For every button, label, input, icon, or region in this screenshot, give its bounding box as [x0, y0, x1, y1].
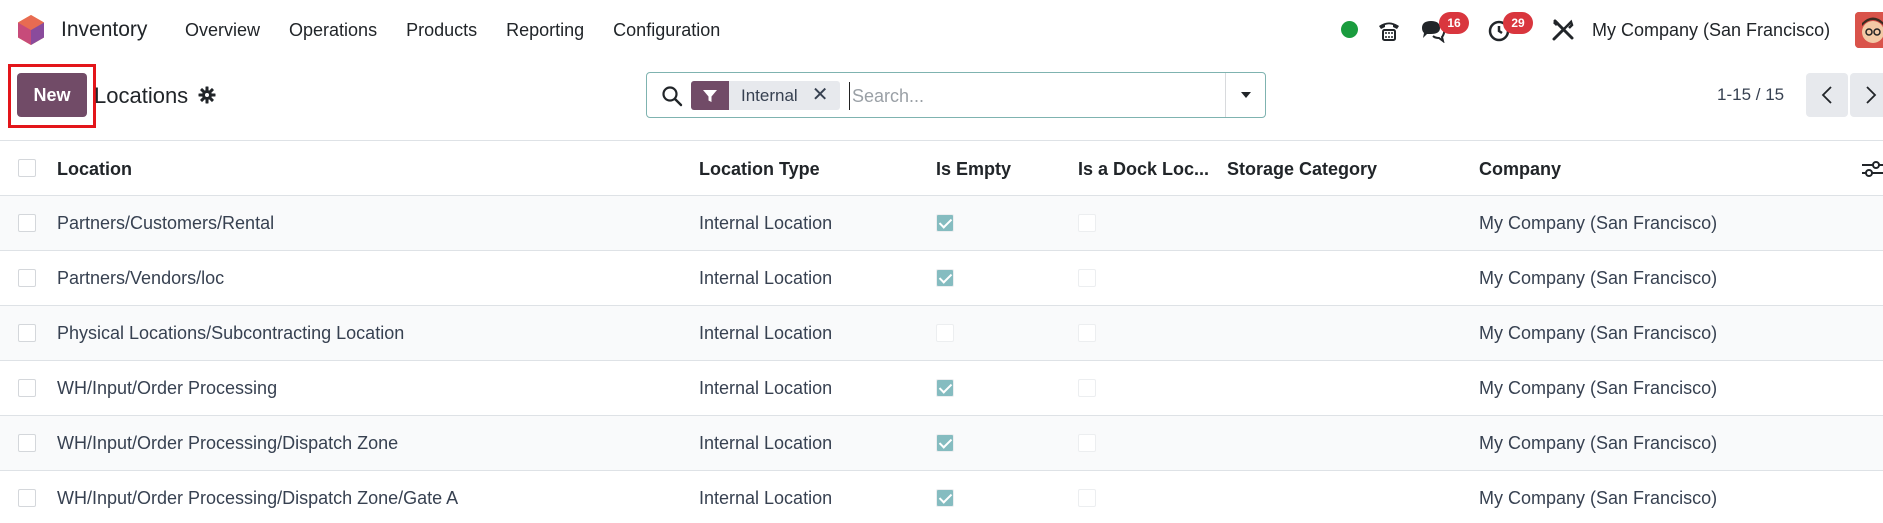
row-select-checkbox[interactable]: [18, 324, 36, 342]
search-icon[interactable]: [661, 85, 683, 107]
new-button[interactable]: New: [17, 73, 87, 117]
search-bar: Internal ✕: [646, 72, 1266, 118]
row-select-checkbox[interactable]: [18, 269, 36, 287]
cell-company[interactable]: My Company (San Francisco): [1479, 323, 1717, 344]
top-navbar: Inventory Overview Operations Products R…: [0, 0, 1883, 60]
activities-badge: 29: [1503, 12, 1533, 34]
cell-is-empty-checkbox: [936, 434, 954, 452]
row-select-checkbox[interactable]: [18, 214, 36, 232]
cell-is-dock-checkbox: [1078, 269, 1096, 287]
cell-location[interactable]: Partners/Customers/Rental: [57, 213, 274, 234]
cell-location-type[interactable]: Internal Location: [699, 378, 832, 399]
table-row[interactable]: WH/Input/Order Processing/Dispatch Zone/…: [0, 471, 1883, 523]
pager-next-button[interactable]: [1850, 73, 1883, 117]
facet-remove-icon[interactable]: ✕: [812, 81, 841, 110]
header-is-empty[interactable]: Is Empty: [936, 159, 1011, 180]
pager-previous-button[interactable]: [1806, 73, 1848, 117]
cell-company[interactable]: My Company (San Francisco): [1479, 213, 1717, 234]
cell-is-empty-checkbox: [936, 489, 954, 507]
cell-location-type[interactable]: Internal Location: [699, 323, 832, 344]
cell-is-dock-checkbox: [1078, 434, 1096, 452]
cell-location-type[interactable]: Internal Location: [699, 488, 832, 509]
select-all-checkbox[interactable]: [18, 159, 36, 177]
cell-is-empty-checkbox: [936, 214, 954, 232]
cell-company[interactable]: My Company (San Francisco): [1479, 433, 1717, 454]
table-row[interactable]: WH/Input/Order Processing Internal Locati…: [0, 361, 1883, 416]
cell-company[interactable]: My Company (San Francisco): [1479, 378, 1717, 399]
gear-icon[interactable]: [198, 86, 216, 104]
cell-location[interactable]: Partners/Vendors/loc: [57, 268, 224, 289]
row-select-checkbox[interactable]: [18, 489, 36, 507]
cell-location[interactable]: Physical Locations/Subcontracting Locati…: [57, 323, 404, 344]
chevron-right-icon: [1866, 86, 1877, 104]
user-avatar[interactable]: [1855, 12, 1883, 48]
table-row[interactable]: WH/Input/Order Processing/Dispatch Zone I…: [0, 416, 1883, 471]
table-row[interactable]: Partners/Vendors/loc Internal Location My …: [0, 251, 1883, 306]
app-name[interactable]: Inventory: [61, 18, 147, 42]
cell-is-empty-checkbox: [936, 269, 954, 287]
chevron-left-icon: [1821, 86, 1832, 104]
header-company[interactable]: Company: [1479, 159, 1561, 180]
table-header: Location Location Type Is Empty Is a Doc…: [0, 140, 1883, 196]
presence-status-dot[interactable]: [1341, 21, 1358, 38]
cell-location[interactable]: WH/Input/Order Processing/Dispatch Zone: [57, 433, 398, 454]
header-storage-category[interactable]: Storage Category: [1227, 159, 1377, 180]
filter-icon: [691, 81, 729, 110]
cell-company[interactable]: My Company (San Francisco): [1479, 268, 1717, 289]
messages-badge: 16: [1439, 12, 1469, 34]
menu-products[interactable]: Products: [406, 20, 477, 41]
debug-tools-icon[interactable]: [1550, 17, 1576, 43]
menu-overview[interactable]: Overview: [185, 20, 260, 41]
menu-configuration[interactable]: Configuration: [613, 20, 720, 41]
table-row[interactable]: Partners/Customers/Rental Internal Locati…: [0, 196, 1883, 251]
cell-location[interactable]: WH/Input/Order Processing: [57, 378, 277, 399]
cell-location-type[interactable]: Internal Location: [699, 433, 832, 454]
cell-is-dock-checkbox: [1078, 324, 1096, 342]
main-menu: Overview Operations Products Reporting C…: [185, 20, 749, 41]
phone-icon[interactable]: [1376, 17, 1402, 43]
column-settings-icon[interactable]: [1862, 159, 1883, 179]
header-is-dock[interactable]: Is a Dock Loc...: [1078, 159, 1209, 180]
facet-label: Internal: [741, 85, 798, 105]
pager-value[interactable]: 1-15 / 15: [1717, 85, 1784, 105]
cell-location[interactable]: WH/Input/Order Processing/Dispatch Zone/…: [57, 488, 458, 509]
search-input[interactable]: [849, 82, 1219, 110]
search-options-toggle[interactable]: [1225, 73, 1265, 117]
cell-is-empty-checkbox: [936, 324, 954, 342]
menu-operations[interactable]: Operations: [289, 20, 377, 41]
header-location-type[interactable]: Location Type: [699, 159, 820, 180]
caret-down-icon: [1240, 92, 1251, 98]
cell-is-dock-checkbox: [1078, 214, 1096, 232]
search-facet: Internal ✕: [691, 81, 841, 110]
cell-is-empty-checkbox: [936, 379, 954, 397]
page-title[interactable]: Locations: [94, 83, 188, 109]
row-select-checkbox[interactable]: [18, 379, 36, 397]
header-location[interactable]: Location: [57, 159, 132, 180]
cell-location-type[interactable]: Internal Location: [699, 268, 832, 289]
cell-is-dock-checkbox: [1078, 489, 1096, 507]
cell-company[interactable]: My Company (San Francisco): [1479, 488, 1717, 509]
cell-location-type[interactable]: Internal Location: [699, 213, 832, 234]
menu-reporting[interactable]: Reporting: [506, 20, 584, 41]
inventory-app-icon[interactable]: [17, 14, 45, 46]
row-select-checkbox[interactable]: [18, 434, 36, 452]
cell-is-dock-checkbox: [1078, 379, 1096, 397]
company-switcher[interactable]: My Company (San Francisco): [1592, 20, 1830, 41]
table-row[interactable]: Physical Locations/Subcontracting Locati…: [0, 306, 1883, 361]
